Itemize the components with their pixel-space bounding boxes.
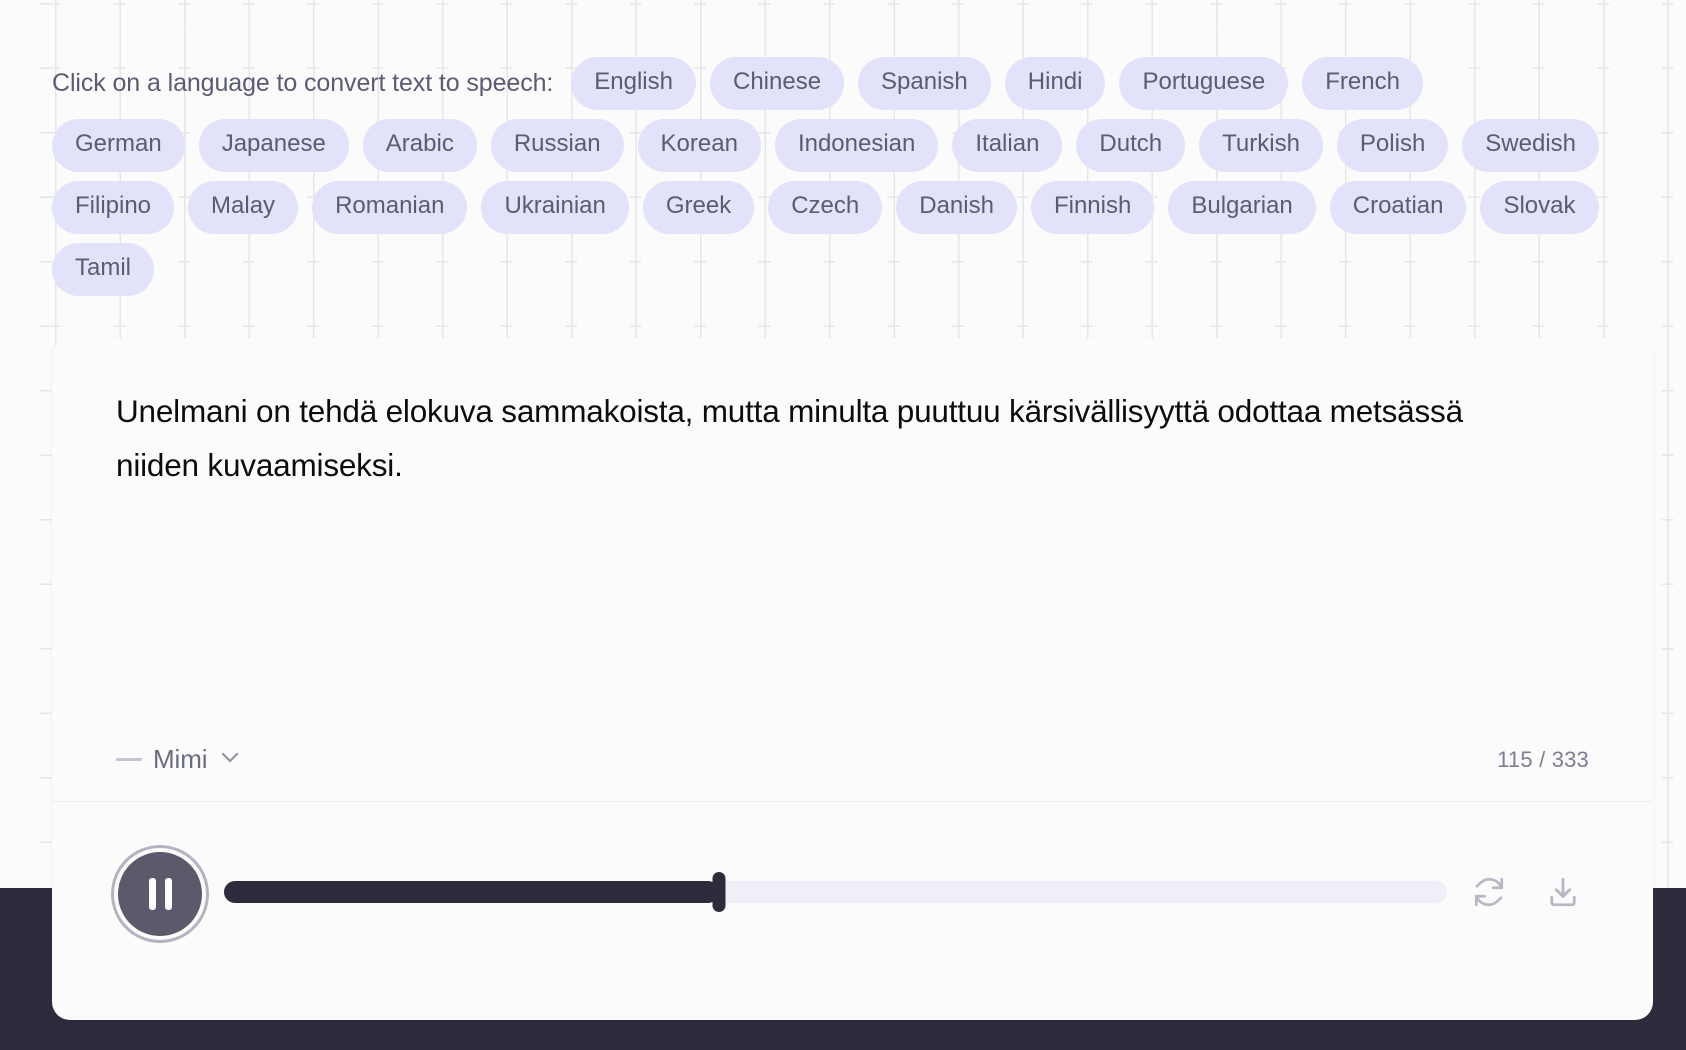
language-chip-german[interactable]: German xyxy=(52,118,185,172)
language-chip-chinese[interactable]: Chinese xyxy=(709,56,845,110)
tts-card-body: Unelmani on tehdä elokuva sammakoista, m… xyxy=(52,338,1653,801)
language-row-3: Filipino Malay Romanian Ukrainian Greek … xyxy=(52,176,1634,238)
progress-handle[interactable] xyxy=(712,872,726,912)
language-row-2: German Japanese Arabic Russian Korean In… xyxy=(52,114,1634,176)
language-chip-russian[interactable]: Russian xyxy=(490,118,624,172)
language-chip-japanese[interactable]: Japanese xyxy=(198,118,349,172)
language-chip-spanish[interactable]: Spanish xyxy=(858,56,991,110)
language-chip-arabic[interactable]: Arabic xyxy=(362,118,477,172)
voice-name-label: Mimi xyxy=(153,744,208,774)
progress-fill xyxy=(224,881,720,903)
language-prompt-label: Click on a language to convert text to s… xyxy=(52,68,554,97)
tts-card-meta: Mimi 115 / 333 xyxy=(116,744,1589,775)
language-chip-hindi[interactable]: Hindi xyxy=(1004,56,1106,110)
language-chip-czech[interactable]: Czech xyxy=(768,180,883,234)
tts-card: Unelmani on tehdä elokuva sammakoista, m… xyxy=(52,338,1653,1020)
character-count-label: 115 / 333 xyxy=(1497,746,1589,772)
voice-picker[interactable]: Mimi xyxy=(116,744,242,775)
language-chip-polish[interactable]: Polish xyxy=(1336,118,1449,172)
voice-dash-icon xyxy=(116,758,142,761)
language-chip-romanian[interactable]: Romanian xyxy=(312,180,468,234)
language-chip-slovak[interactable]: Slovak xyxy=(1480,180,1599,234)
tts-text-content[interactable]: Unelmani on tehdä elokuva sammakoista, m… xyxy=(116,384,1536,492)
language-chip-croatian[interactable]: Croatian xyxy=(1329,180,1467,234)
language-chip-danish[interactable]: Danish xyxy=(896,180,1017,234)
language-chip-tamil[interactable]: Tamil xyxy=(52,242,155,296)
language-chip-dutch[interactable]: Dutch xyxy=(1076,118,1186,172)
download-icon[interactable] xyxy=(1543,872,1583,912)
pause-icon-bar-left xyxy=(148,878,156,910)
audio-player xyxy=(52,802,1653,1020)
language-chip-french[interactable]: French xyxy=(1302,56,1423,110)
language-chip-indonesian[interactable]: Indonesian xyxy=(774,118,939,172)
language-chip-ukrainian[interactable]: Ukrainian xyxy=(481,180,629,234)
language-chip-korean[interactable]: Korean xyxy=(637,118,761,172)
chevron-down-icon xyxy=(218,745,242,774)
language-chip-english[interactable]: English xyxy=(571,56,696,110)
language-chip-swedish[interactable]: Swedish xyxy=(1462,118,1600,172)
pause-button[interactable] xyxy=(114,848,206,940)
progress-slider[interactable] xyxy=(224,846,1447,938)
language-chip-greek[interactable]: Greek xyxy=(642,180,755,234)
language-row-4: Tamil xyxy=(52,238,1634,300)
language-row-1: Click on a language to convert text to s… xyxy=(52,52,1634,114)
language-chip-malay[interactable]: Malay xyxy=(188,180,299,234)
regenerate-icon[interactable] xyxy=(1469,872,1509,912)
language-chip-bulgarian[interactable]: Bulgarian xyxy=(1168,180,1316,234)
language-chip-finnish[interactable]: Finnish xyxy=(1030,180,1155,234)
language-chip-filipino[interactable]: Filipino xyxy=(52,180,175,234)
player-actions xyxy=(1469,846,1591,938)
language-chip-turkish[interactable]: Turkish xyxy=(1199,118,1323,172)
pause-icon-bar-right xyxy=(164,878,172,910)
language-chip-portuguese[interactable]: Portuguese xyxy=(1119,56,1289,110)
language-selector: Click on a language to convert text to s… xyxy=(0,52,1686,300)
language-chip-italian[interactable]: Italian xyxy=(952,118,1063,172)
